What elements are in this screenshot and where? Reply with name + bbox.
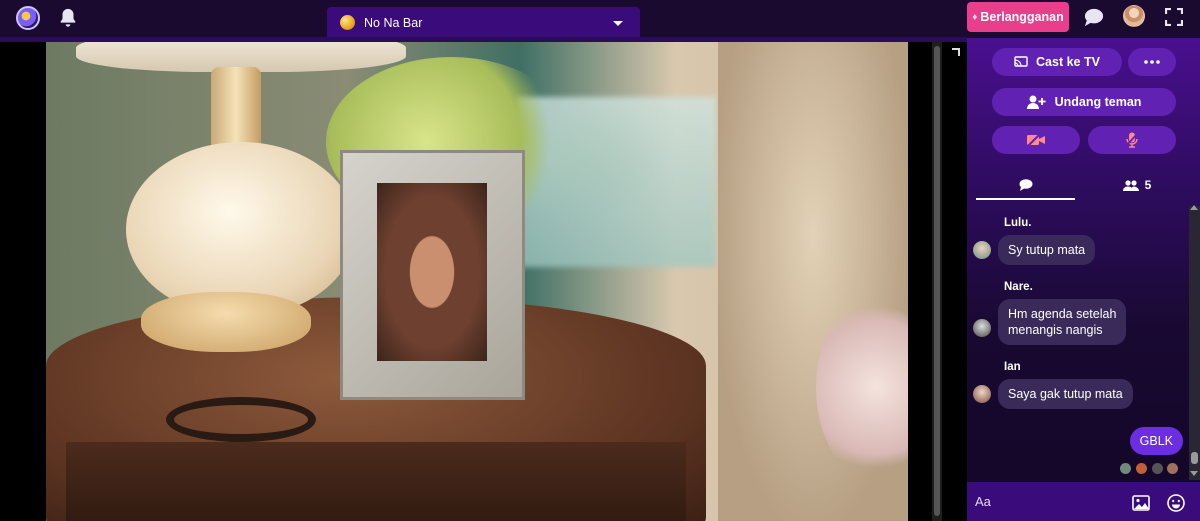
fullscreen-icon[interactable] (1165, 8, 1183, 26)
cast-label: Cast ke TV (1036, 55, 1100, 69)
subscribe-button[interactable]: ♦ Berlangganan (967, 2, 1069, 32)
scroll-down-icon[interactable] (1190, 471, 1198, 476)
subscribe-label: Berlangganan (980, 10, 1064, 24)
chat-message-line: menangis nangis (1008, 323, 1103, 337)
tab-chat[interactable] (976, 170, 1075, 200)
chat-message-line: Hm agenda setelah (1008, 307, 1117, 321)
chat-composer (967, 482, 1200, 521)
sender-avatar[interactable] (973, 385, 991, 403)
scene-portrait (377, 183, 487, 361)
video-frame[interactable] (46, 42, 908, 521)
message-sender: Ian (1004, 361, 1021, 373)
top-bar: No Na Bar ♦ Berlangganan (0, 0, 1200, 38)
video-scrollbar-thumb[interactable] (934, 46, 940, 516)
users-icon (1122, 179, 1139, 191)
message-sender: Lulu. (1004, 217, 1032, 229)
cast-icon (1014, 56, 1028, 67)
tab-users[interactable]: 5 (1097, 170, 1177, 200)
seen-avatar (1136, 463, 1147, 474)
sender-avatar[interactable] (973, 241, 991, 259)
notification-bell-icon[interactable] (57, 6, 79, 30)
chat-scrollbar[interactable] (1189, 206, 1200, 480)
room-selector[interactable]: No Na Bar (327, 7, 640, 38)
emoji-icon[interactable] (1167, 494, 1185, 512)
chevron-down-icon (613, 21, 623, 26)
sidebar-tabs: 5 (967, 170, 1200, 200)
cast-tv-button[interactable]: Cast ke TV (992, 48, 1122, 76)
users-count: 5 (1144, 178, 1152, 192)
scroll-up-icon[interactable] (1190, 205, 1198, 210)
ellipsis-icon (1144, 60, 1160, 64)
scene-ornament (166, 397, 316, 442)
image-upload-icon[interactable] (1132, 495, 1150, 511)
room-icon (340, 15, 355, 30)
seen-avatar (1167, 463, 1178, 474)
chat-message: Hm agenda setelah menangis nangis (998, 299, 1127, 345)
message-sender: Nare. (1004, 281, 1033, 293)
camera-toggle-button[interactable] (992, 126, 1080, 154)
sender-avatar[interactable] (973, 319, 991, 337)
more-options-button[interactable] (1128, 48, 1176, 76)
chat-input[interactable] (975, 488, 1125, 514)
own-chat-message: GBLK (1129, 427, 1183, 455)
chat-scrollbar-thumb[interactable] (1191, 452, 1198, 464)
user-avatar[interactable] (1123, 5, 1145, 27)
chat-messages: Lulu. Sy tutup mata Nare. Hm agenda sete… (967, 208, 1187, 478)
video-player[interactable] (0, 42, 967, 521)
corner-resize-icon[interactable] (952, 48, 960, 56)
scene-lamp-body (126, 142, 356, 317)
mic-toggle-button[interactable] (1088, 126, 1176, 154)
scene-table-base (66, 442, 686, 521)
app-window: No Na Bar ♦ Berlangganan Cast ke TV Unda… (0, 0, 1200, 521)
chat-icon[interactable] (1083, 7, 1105, 27)
scene-photo-frame (340, 150, 525, 400)
seen-avatar (1152, 463, 1163, 474)
chat-message: Sy tutup mata (998, 235, 1096, 265)
seen-avatar (1120, 463, 1131, 474)
invite-label: Undang teman (1054, 95, 1142, 109)
diamond-icon: ♦ (972, 11, 978, 23)
sidebar: Cast ke TV Undang teman 5 Lulu. Sy tutup… (967, 38, 1200, 521)
camera-off-icon (1027, 133, 1045, 147)
invite-friend-button[interactable]: Undang teman (992, 88, 1176, 116)
chat-icon (1019, 179, 1033, 191)
scene-lamp-base (141, 292, 311, 352)
add-user-icon (1026, 95, 1046, 109)
room-name: No Na Bar (364, 16, 423, 30)
app-logo-icon[interactable] (16, 6, 40, 30)
microphone-off-icon (1126, 132, 1138, 148)
chat-message: Saya gak tutup mata (998, 379, 1133, 409)
